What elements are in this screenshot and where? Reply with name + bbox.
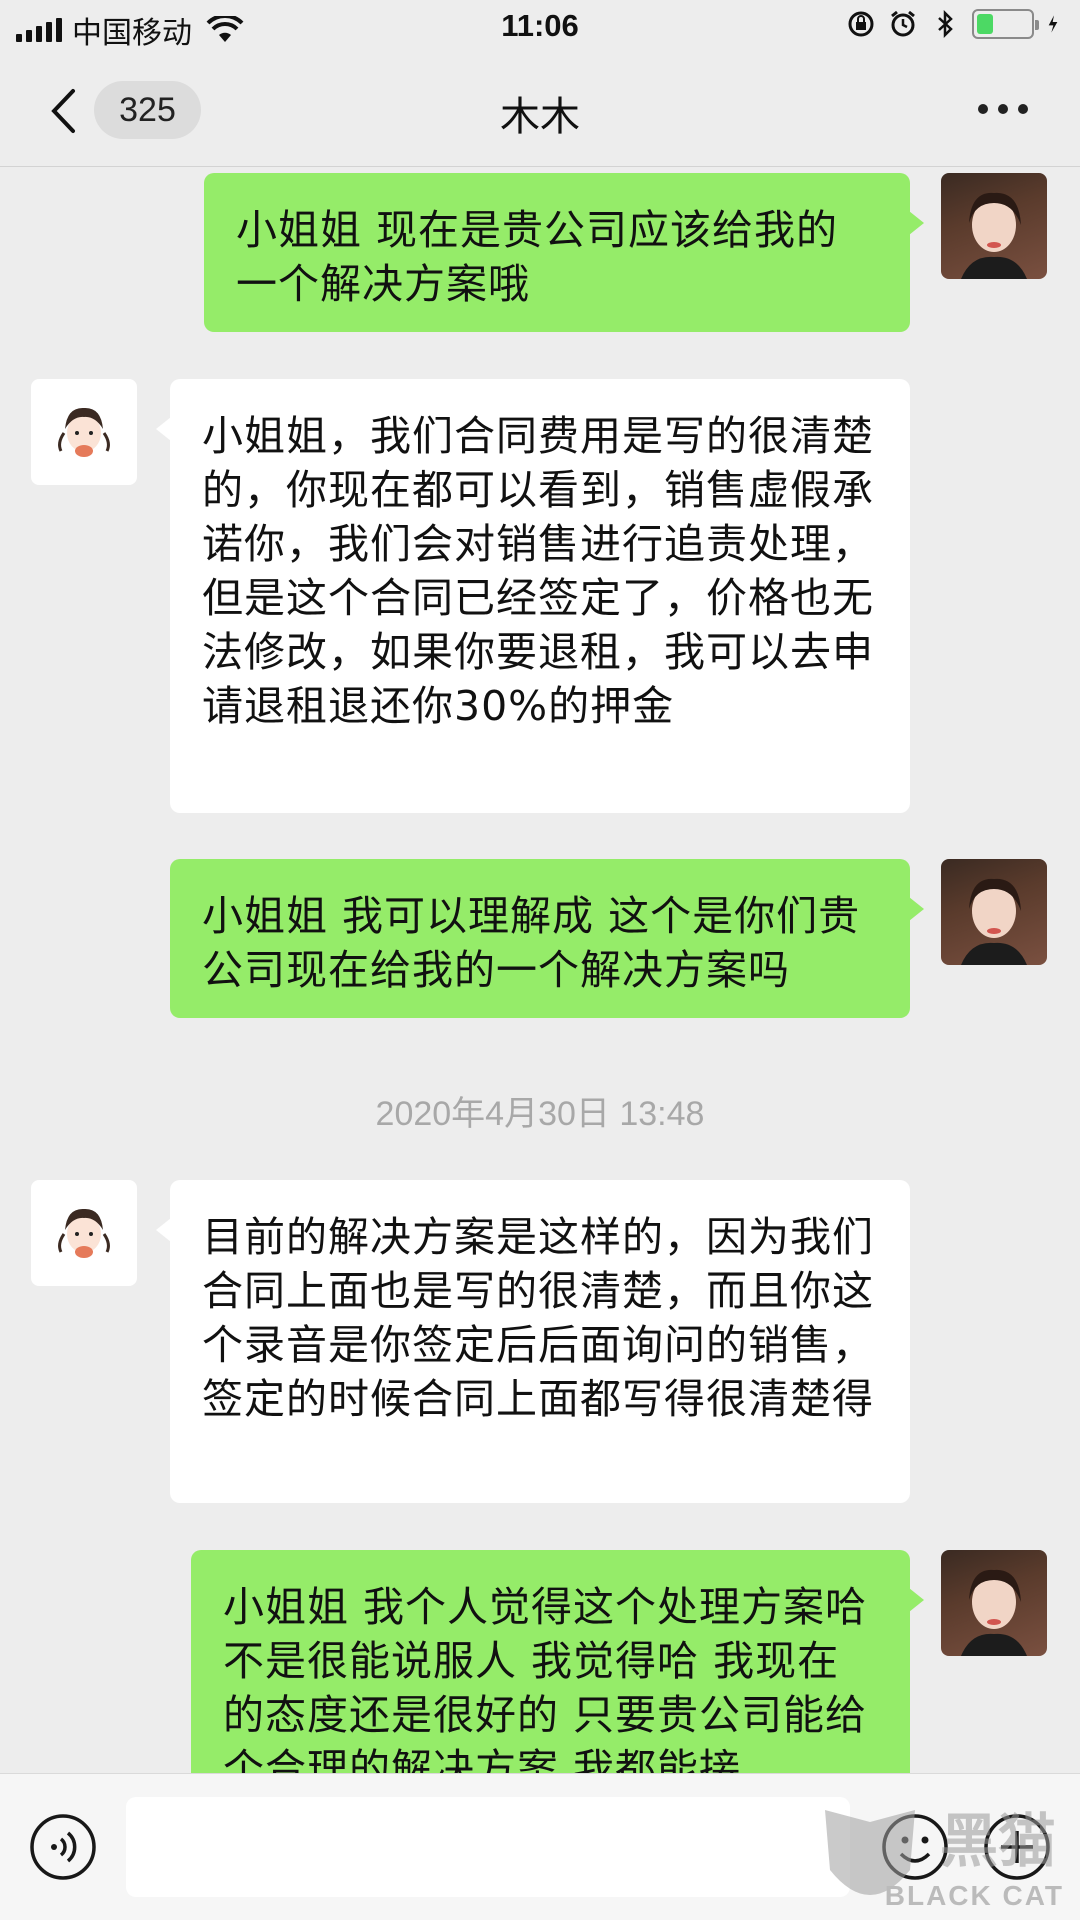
- message-input[interactable]: [126, 1797, 850, 1897]
- message-text: 小姐姐，我们合同费用是写的很清楚的，你现在都可以看到，销售虚假承诺你，我们会对销…: [202, 412, 874, 730]
- message-text: 小姐姐 现在是贵公司应该给我的一个解决方案哦: [236, 206, 839, 308]
- message-text: 小姐姐 我个人觉得这个处理方案哈不是很能说服人 我觉得哈 我现在的态度还是很好的…: [223, 1583, 868, 1773]
- message-bubble-self[interactable]: 小姐姐 现在是贵公司应该给我的一个解决方案哦: [204, 173, 924, 332]
- message-text: 目前的解决方案是这样的，因为我们合同上面也是写的很清楚，而且你这个录音是你签定后…: [202, 1213, 874, 1423]
- self-avatar[interactable]: [941, 859, 1047, 965]
- nav-bar: 325 木木: [0, 54, 1080, 167]
- voice-input-icon[interactable]: [28, 1812, 98, 1882]
- input-bar: [0, 1773, 1080, 1920]
- charging-icon: [1048, 15, 1058, 33]
- plus-icon[interactable]: [982, 1812, 1052, 1882]
- alarm-icon: [891, 10, 915, 37]
- contact-avatar[interactable]: [31, 1180, 137, 1286]
- bluetooth-icon: [938, 9, 953, 39]
- message-bubble-self[interactable]: 小姐姐 我可以理解成 这个是你们贵公司现在给我的一个解决方案吗: [170, 859, 924, 1018]
- self-avatar[interactable]: [941, 1550, 1047, 1656]
- contact-avatar[interactable]: [31, 379, 137, 485]
- message-bubble-contact[interactable]: 目前的解决方案是这样的，因为我们合同上面也是写的很清楚，而且你这个录音是你签定后…: [156, 1180, 910, 1503]
- self-avatar[interactable]: [941, 173, 1047, 279]
- battery-icon: [972, 9, 1039, 39]
- emoji-icon[interactable]: [880, 1812, 950, 1882]
- message-timestamp: 2020年4月30日 13:48: [375, 1095, 705, 1133]
- more-options-icon[interactable]: [978, 104, 1028, 114]
- message-bubble-self[interactable]: 小姐姐 我个人觉得这个处理方案哈不是很能说服人 我觉得哈 我现在的态度还是很好的…: [191, 1550, 924, 1773]
- chat-messages[interactable]: 小姐姐 现在是贵公司应该给我的一个解决方案哦 小姐姐，我们合同费用是写的很清楚的…: [0, 168, 1080, 1773]
- message-text: 小姐姐 我可以理解成 这个是你们贵公司现在给我的一个解决方案吗: [202, 892, 861, 994]
- message-bubble-contact[interactable]: 小姐姐，我们合同费用是写的很清楚的，你现在都可以看到，销售虚假承诺你，我们会对销…: [156, 379, 910, 813]
- status-bar: 中国移动 11:06: [0, 0, 1080, 54]
- rotation-lock-icon: [848, 11, 874, 37]
- chat-title: 木木: [500, 94, 580, 140]
